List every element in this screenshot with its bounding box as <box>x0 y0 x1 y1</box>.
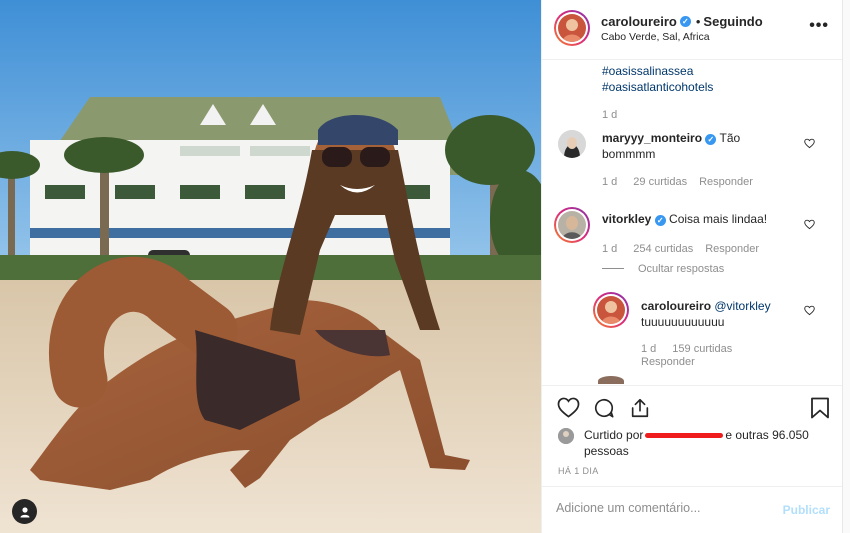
more-options-icon[interactable]: ••• <box>809 17 829 35</box>
author-avatar[interactable] <box>554 10 590 46</box>
reply-mention[interactable]: @vitorkley <box>714 299 770 313</box>
liked-by: Curtido por e outras 96.050 pessoas <box>558 427 828 459</box>
like-reply-heart-icon[interactable] <box>804 305 815 316</box>
reply-button[interactable]: Responder <box>699 176 753 188</box>
like-comment-heart-icon[interactable] <box>804 219 815 230</box>
reply-meta: 1 d 159 curtidas Responder <box>641 343 761 369</box>
verified-badge-icon: ✓ <box>705 134 717 145</box>
post-photo[interactable] <box>0 0 541 533</box>
comment-text: maryyy_monteiro ✓ Tão bommmm <box>602 130 782 162</box>
replies-divider <box>602 268 624 269</box>
commenter-avatar[interactable] <box>554 207 590 243</box>
beach-photo-image <box>0 0 541 533</box>
redacted-username-mark <box>645 433 724 439</box>
reply-avatar[interactable] <box>593 292 629 328</box>
comment-bubble-icon[interactable] <box>593 397 615 419</box>
author-username[interactable]: caroloureiro <box>601 14 677 29</box>
reply-likes[interactable]: 159 curtidas <box>672 343 732 356</box>
reply-button[interactable]: Responder <box>641 356 695 369</box>
reply-button[interactable]: Responder <box>705 243 759 255</box>
caption-age[interactable]: 1 d <box>602 109 617 121</box>
comment-username[interactable]: maryyy_monteiro <box>602 131 702 145</box>
like-comment-heart-icon[interactable] <box>804 138 815 149</box>
comment-username[interactable]: vitorkley <box>602 212 651 226</box>
comment-likes[interactable]: 254 curtidas <box>633 243 693 255</box>
comment-input[interactable] <box>556 501 766 515</box>
like-heart-icon[interactable] <box>557 397 580 418</box>
reply-age[interactable]: 1 d <box>641 343 656 356</box>
page-edge-background <box>842 0 850 533</box>
post-location[interactable]: Cabo Verde, Sal, Africa <box>601 31 710 43</box>
post-timestamp[interactable]: HÁ 1 DIA <box>558 466 599 476</box>
comment-likes[interactable]: 29 curtidas <box>633 176 687 188</box>
comment-text: vitorkley ✓ Coisa mais lindaa! <box>602 211 792 227</box>
liked-by-prefix: Curtido por <box>584 428 644 442</box>
publish-button[interactable]: Publicar <box>783 503 830 517</box>
hashtag-link[interactable]: #oasissalinassea <box>602 64 693 78</box>
follow-status-button[interactable]: Seguindo <box>703 14 762 29</box>
comments-list[interactable]: #oasissalinassea #oasisatlanticohotels 1… <box>542 61 843 384</box>
separator-dot: • <box>695 14 701 29</box>
share-icon[interactable] <box>629 397 651 419</box>
comment-age[interactable]: 1 d <box>602 176 617 188</box>
comment-age[interactable]: 1 d <box>602 243 617 255</box>
comment-meta: 1 d 254 curtidas Responder <box>602 243 759 255</box>
instagram-post-modal: caroloureiro ✓ • Seguindo Cabo Verde, Sa… <box>0 0 850 533</box>
post-actions: Curtido por e outras 96.050 pessoas HÁ 1 … <box>542 385 843 485</box>
reply-text: caroloureiro @vitorkley tuuuuuuuuuuuu <box>641 298 801 330</box>
caption-meta: 1 d <box>602 109 617 121</box>
verified-badge-icon: ✓ <box>654 215 666 226</box>
comment-body: Coisa mais lindaa! <box>669 212 768 226</box>
liked-by-avatar[interactable] <box>558 428 574 444</box>
reply-username[interactable]: caroloureiro <box>641 299 711 313</box>
commenter-avatar[interactable] <box>558 130 586 158</box>
verified-badge-icon: ✓ <box>679 16 691 27</box>
next-comment-avatar-partial <box>598 376 624 384</box>
hide-replies-button[interactable]: Ocultar respostas <box>638 263 724 275</box>
post-details-panel: caroloureiro ✓ • Seguindo Cabo Verde, Sa… <box>541 0 843 533</box>
save-bookmark-icon[interactable] <box>810 397 830 419</box>
hide-replies-label[interactable]: Ocultar respostas <box>638 263 724 275</box>
post-header: caroloureiro ✓ • Seguindo Cabo Verde, Sa… <box>542 0 843 60</box>
reply-body: tuuuuuuuuuuuu <box>641 315 725 329</box>
author-line: caroloureiro ✓ • Seguindo <box>601 14 763 29</box>
add-comment-bar: Publicar <box>542 486 843 533</box>
tagged-user-icon[interactable] <box>12 499 37 524</box>
comment-meta: 1 d 29 curtidas Responder <box>602 176 753 188</box>
hashtag-link[interactable]: #oasisatlanticohotels <box>602 80 713 94</box>
liked-by-suffix: e <box>725 428 733 442</box>
